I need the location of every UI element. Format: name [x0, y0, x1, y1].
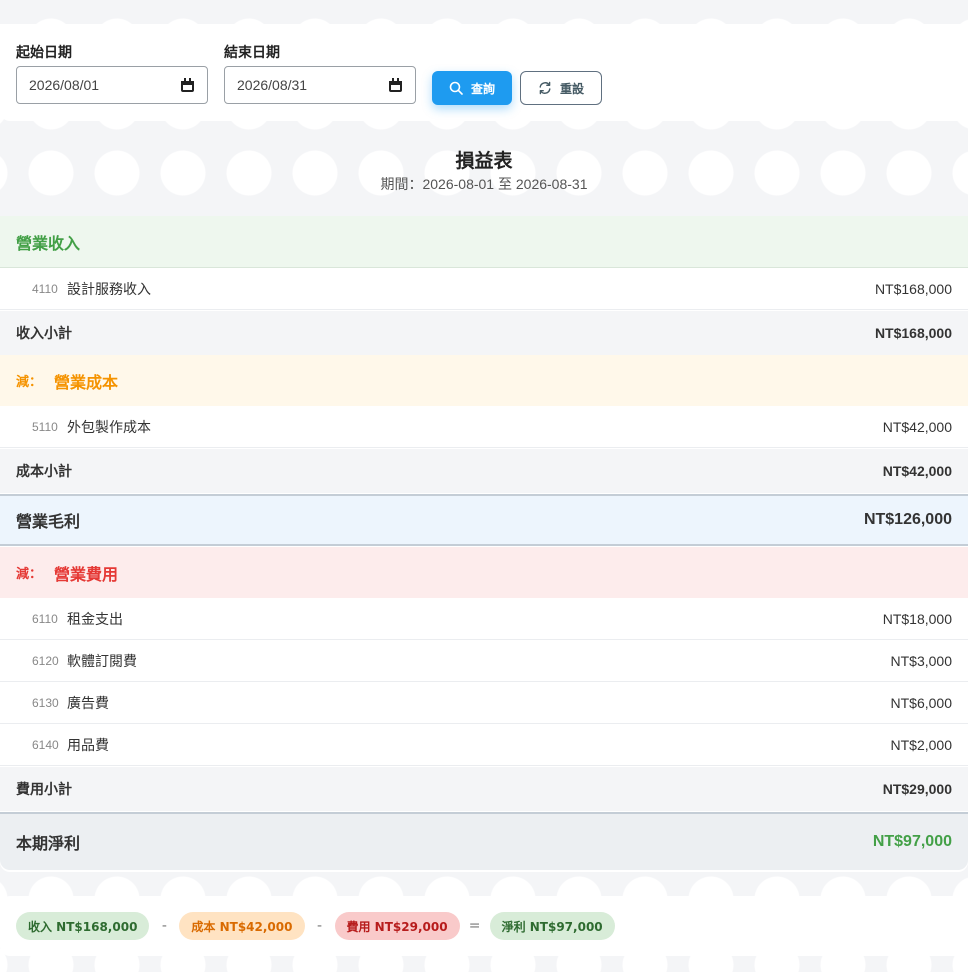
subtotal-label: 費用小計: [16, 782, 72, 798]
account-code: 6120: [32, 653, 59, 668]
cost-heading: 營業成本: [54, 372, 119, 392]
summary-formula: 收入 NT$168,000 - 成本 NT$42,000 - 費用 NT$29,…: [0, 896, 968, 956]
reset-button[interactable]: 重設: [520, 71, 602, 105]
gross-profit-label: 營業毛利: [16, 512, 81, 531]
net-income-row: 本期淨利 NT$97,000: [0, 812, 968, 870]
account-name: 租金支出: [67, 611, 123, 628]
minus-sign: -: [161, 918, 167, 934]
account-name: 設計服務收入: [67, 281, 151, 298]
account-amount: NT$2,000: [890, 736, 952, 753]
account-amount: NT$3,000: [890, 652, 952, 669]
expense-subtotal-row: 費用小計 NT$29,000: [0, 767, 968, 811]
calendar-icon[interactable]: [180, 77, 195, 93]
account-amount: NT$18,000: [882, 610, 952, 627]
subtotal-amount: NT$29,000: [882, 781, 952, 797]
income-statement-table: 營業收入 4110 設計服務收入 NT$168,000 收入小計 NT$168,…: [0, 216, 968, 872]
cost-pill: 成本 NT$42,000: [179, 912, 305, 940]
search-icon: [449, 81, 463, 95]
account-code: 6130: [32, 695, 59, 710]
report-period: 期間：2026-08-01 至 2026-08-31: [380, 176, 588, 192]
start-date-label: 起始日期: [16, 45, 72, 61]
cost-section-header: 減： 營業成本: [0, 355, 968, 407]
account-amount: NT$6,000: [890, 694, 952, 711]
gross-profit-row: 營業毛利 NT$126,000: [0, 494, 968, 546]
table-row: 5110 外包製作成本 NT$42,000: [0, 406, 968, 448]
less-label: 減：: [16, 567, 43, 582]
account-code: 5110: [32, 419, 58, 434]
report-title: 損益表: [455, 150, 513, 172]
subtotal-label: 收入小計: [16, 326, 72, 342]
net-income-label: 本期淨利: [16, 834, 81, 853]
less-label: 減：: [16, 375, 43, 390]
expense-pill: 費用 NT$29,000: [334, 912, 460, 940]
subtotal-label: 成本小計: [16, 464, 72, 480]
income-subtotal-row: 收入小計 NT$168,000: [0, 311, 968, 355]
account-amount: NT$42,000: [882, 418, 952, 435]
income-heading: 營業收入: [16, 233, 81, 253]
account-code: 6140: [32, 737, 59, 752]
reset-button-label: 重設: [559, 81, 584, 96]
subtotal-amount: NT$168,000: [874, 325, 952, 341]
net-income-amount: NT$97,000: [872, 833, 952, 850]
account-amount: NT$168,000: [874, 280, 952, 297]
end-date-value: 2026/08/31: [237, 77, 308, 93]
table-row: 4110 設計服務收入 NT$168,000: [0, 268, 968, 310]
account-name: 用品費: [67, 737, 109, 754]
gross-profit-amount: NT$126,000: [863, 511, 952, 528]
income-section-header: 營業收入: [0, 216, 968, 268]
minus-sign: -: [316, 918, 323, 934]
table-row: 6130 廣告費 NT$6,000: [0, 682, 968, 724]
filter-panel: 起始日期 2026/08/01 結束日期 2026/08/31 查詢 重設: [0, 24, 968, 121]
start-date-value: 2026/08/01: [29, 77, 100, 93]
expense-heading: 營業費用: [54, 564, 119, 584]
table-row: 6140 用品費 NT$2,000: [0, 724, 968, 766]
account-name: 廣告費: [67, 695, 109, 712]
table-row: 6120 軟體訂閱費 NT$3,000: [0, 640, 968, 682]
calendar-icon[interactable]: [388, 77, 403, 93]
net-income-pill: 淨利 NT$97,000: [489, 912, 615, 940]
cost-subtotal-row: 成本小計 NT$42,000: [0, 449, 968, 493]
refresh-icon: [539, 81, 551, 95]
equals-sign: =: [468, 918, 481, 934]
end-date-input[interactable]: 2026/08/31: [224, 66, 416, 104]
income-pill: 收入 NT$168,000: [16, 912, 150, 940]
subtotal-amount: NT$42,000: [882, 463, 952, 479]
account-code: 6110: [32, 611, 58, 626]
search-button-label: 查詢: [470, 81, 495, 96]
end-date-label: 結束日期: [224, 45, 280, 61]
account-name: 軟體訂閱費: [67, 653, 137, 670]
search-button[interactable]: 查詢: [432, 71, 512, 105]
expense-section-header: 減： 營業費用: [0, 547, 968, 599]
start-date-input[interactable]: 2026/08/01: [16, 66, 208, 104]
table-row: 6110 租金支出 NT$18,000: [0, 598, 968, 640]
account-code: 4110: [32, 281, 58, 296]
account-name: 外包製作成本: [67, 419, 151, 436]
